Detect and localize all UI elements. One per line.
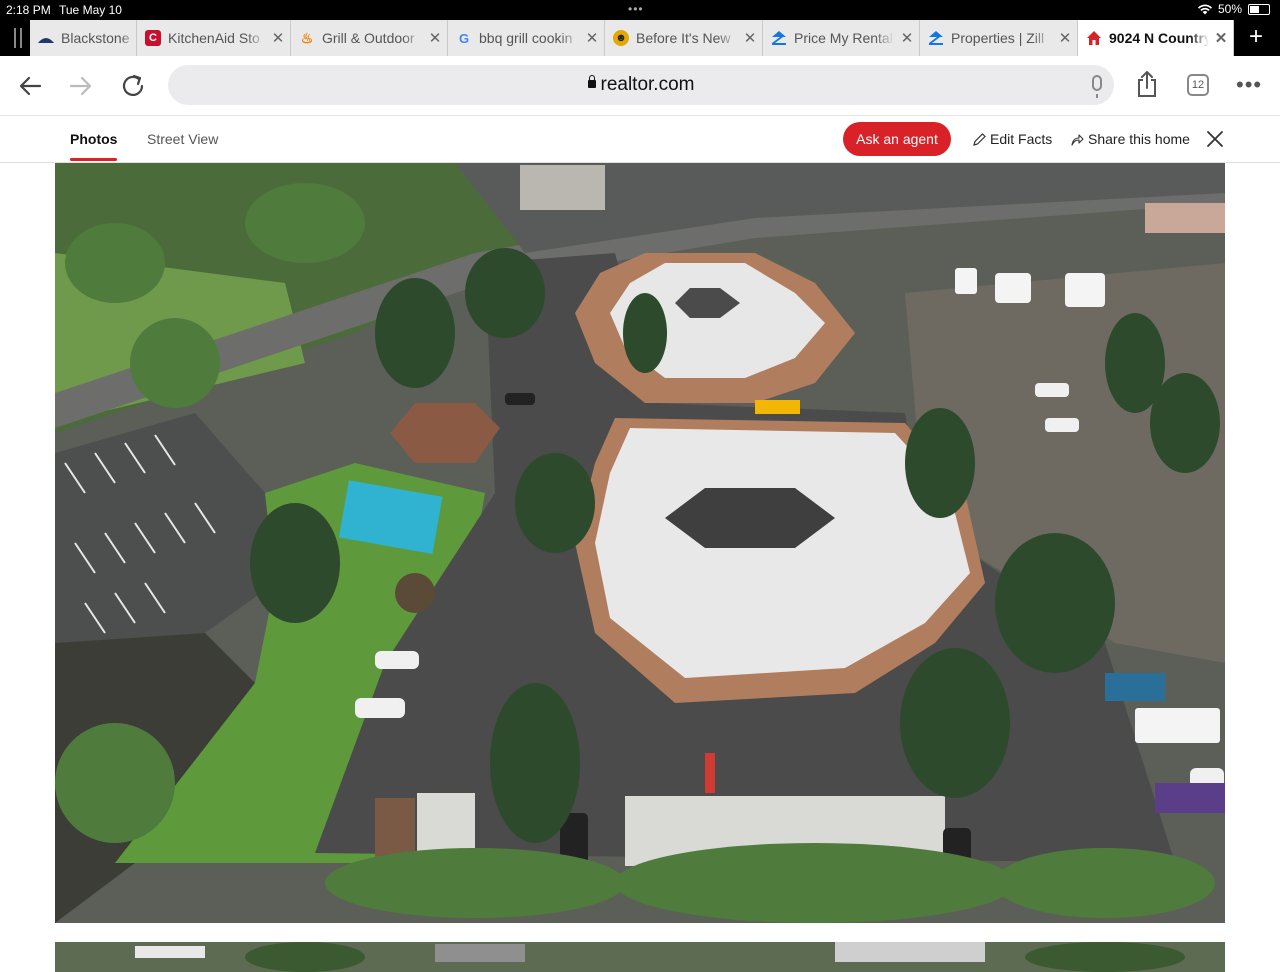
close-icon[interactable]: [1205, 129, 1225, 149]
more-options-icon[interactable]: •••: [1236, 72, 1262, 98]
address-bar[interactable]: realtor.com: [168, 65, 1114, 105]
edit-facts-label: Edit Facts: [990, 131, 1053, 147]
tab-bbq-search[interactable]: G bbq grill cookin ✕: [448, 20, 605, 56]
property-photo[interactable]: [55, 163, 1225, 923]
share-icon[interactable]: [1131, 68, 1163, 100]
lock-icon: [587, 75, 596, 88]
tab-strip: Blackstone C KitchenAid Sto ✕ ♨ Grill & …: [0, 20, 1280, 56]
tab-kitchenaid[interactable]: C KitchenAid Sto ✕: [137, 20, 291, 56]
tab-title: 9024 N Country: [1109, 30, 1209, 46]
close-tab-icon[interactable]: ✕: [738, 29, 762, 47]
aerial-apartment-complex-image: [55, 163, 1225, 923]
edit-facts-link[interactable]: Edit Facts: [973, 131, 1052, 147]
multitasking-dots-icon[interactable]: •••: [628, 2, 644, 16]
share-arrow-icon: [1071, 133, 1084, 146]
ask-agent-button[interactable]: Ask an agent: [843, 122, 951, 156]
aerial-photo-thumbnail-image: [55, 942, 1225, 972]
share-home-label: Share this home: [1088, 131, 1190, 147]
wifi-icon: [1197, 4, 1212, 15]
browser-toolbar: realtor.com 12 •••: [0, 56, 1280, 116]
status-time: 2:18 PM: [6, 3, 51, 17]
status-right: 50%: [1197, 2, 1270, 16]
tab-title: Properties | Zill: [951, 30, 1045, 46]
back-arrow-icon[interactable]: [14, 70, 46, 102]
tab-before-its-news[interactable]: ☻ Before It's New ✕: [605, 20, 763, 56]
close-tab-icon[interactable]: ✕: [266, 29, 290, 47]
tab-photos[interactable]: Photos: [70, 131, 118, 161]
battery-percent: 50%: [1217, 2, 1242, 16]
close-tab-icon[interactable]: ✕: [580, 29, 604, 47]
tab-title: bbq grill cookin: [479, 30, 573, 46]
zillow-icon: [771, 30, 787, 46]
close-tab-icon[interactable]: ✕: [1053, 29, 1077, 47]
tab-grip-icon[interactable]: [14, 28, 22, 48]
tab-properties-zillow[interactable]: Properties | Zill ✕: [920, 20, 1078, 56]
new-tab-plus-icon[interactable]: +: [1240, 22, 1272, 54]
tab-overview-button[interactable]: 12: [1187, 74, 1209, 96]
tab-9024-n-country[interactable]: 9024 N Country ✕: [1078, 20, 1234, 56]
tab-title: Before It's New: [636, 30, 731, 46]
close-tab-icon[interactable]: ✕: [1209, 29, 1233, 47]
url-text: realtor.com: [600, 74, 695, 95]
before-its-news-icon: ☻: [613, 30, 629, 46]
share-home-link[interactable]: Share this home: [1071, 131, 1190, 147]
tab-price-my-rental[interactable]: Price My Rental ✕: [763, 20, 920, 56]
realtor-house-icon: [1086, 30, 1102, 46]
tab-blackstone[interactable]: Blackstone: [30, 20, 137, 56]
fire-icon: ♨: [300, 29, 314, 46]
photo-viewer-header: Photos Street View Ask an agent Edit Fac…: [0, 117, 1280, 163]
reload-icon[interactable]: [117, 70, 149, 102]
battery-icon: [1248, 3, 1270, 15]
tab-grill-outdoor[interactable]: ♨ Grill & Outdoor ✕: [291, 20, 448, 56]
close-tab-icon[interactable]: ✕: [895, 29, 919, 47]
microphone-icon[interactable]: [1092, 75, 1102, 98]
google-icon: G: [458, 30, 470, 46]
blackstone-icon: [38, 30, 54, 46]
next-property-photo[interactable]: [55, 942, 1225, 972]
tab-title: Price My Rental: [794, 30, 893, 46]
pencil-icon: [973, 132, 986, 146]
tab-title: KitchenAid Sto: [168, 30, 260, 46]
status-bar: 2:18 PM Tue May 10 ••• 50%: [0, 0, 1280, 20]
status-date: Tue May 10: [59, 3, 122, 17]
close-tab-icon[interactable]: ✕: [423, 29, 447, 47]
tab-title: Grill & Outdoor: [322, 30, 415, 46]
kitchenaid-icon: C: [145, 30, 161, 46]
tab-street-view[interactable]: Street View: [147, 131, 218, 147]
tab-title: Blackstone: [61, 30, 130, 46]
forward-arrow-icon[interactable]: [65, 70, 97, 102]
zillow-icon: [928, 30, 944, 46]
